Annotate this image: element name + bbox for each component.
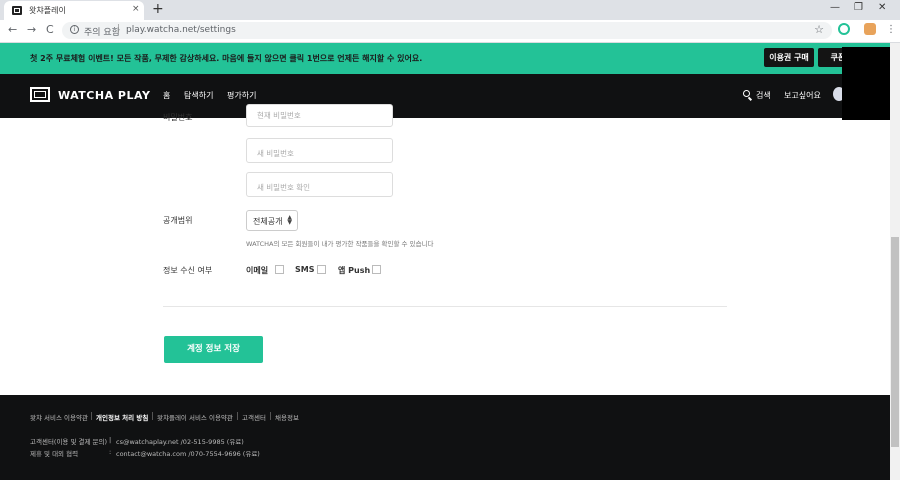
- footer-separator: [270, 412, 271, 420]
- browser-tab[interactable]: 왓챠플레이 ×: [4, 1, 144, 20]
- browser-menu-icon[interactable]: ⋮: [886, 24, 896, 35]
- url-separator: |: [117, 24, 121, 34]
- sms-checkbox[interactable]: [317, 265, 326, 274]
- password-label: 비밀번호: [163, 113, 193, 122]
- support-contact: cs@watchaplay.net /02-515-9985 (유료): [116, 438, 244, 446]
- form-divider: [163, 306, 727, 307]
- footer-link-privacy[interactable]: 개인정보 처리 방침: [96, 412, 148, 422]
- promo-banner: 첫 2주 무료체험 이벤트! 모든 작품, 무제한 감상하세요. 마음에 들지 …: [0, 43, 900, 74]
- browser-tab-bar: 왓챠플레이 × + — ❐ ✕: [0, 0, 900, 20]
- current-password-field[interactable]: 현재 비밀번호: [246, 104, 393, 127]
- visibility-select[interactable]: 전체공개 ▲ ▼: [246, 210, 298, 231]
- maximize-button[interactable]: ❐: [854, 2, 863, 13]
- url-text[interactable]: play.watcha.net/settings: [126, 25, 236, 35]
- nav-rate[interactable]: 평가하기: [227, 90, 256, 101]
- watcha-favicon-icon: [12, 6, 22, 15]
- email-option-label[interactable]: 이메일: [246, 265, 268, 276]
- address-bar[interactable]: i 주의 요함 | play.watcha.net/settings ☆: [62, 22, 832, 39]
- search-icon[interactable]: [743, 90, 750, 97]
- sms-option-label[interactable]: SMS: [295, 265, 314, 274]
- forward-button[interactable]: →: [27, 23, 36, 36]
- bookmark-star-icon[interactable]: ☆: [814, 23, 824, 36]
- search-link[interactable]: 검색: [756, 90, 771, 101]
- visibility-hint: WATCHA의 모든 회원들이 내가 평가한 작품들을 확인할 수 있습니다: [246, 240, 434, 248]
- watchlist-link[interactable]: 보고싶어요: [784, 90, 821, 101]
- partnership-contact: contact@watcha.com /070-7554-9696 (유료): [116, 450, 260, 458]
- footer-separator: [91, 412, 92, 420]
- select-arrows-icon: ▲ ▼: [287, 214, 292, 226]
- contact-separator: |: [109, 436, 112, 444]
- save-account-button[interactable]: 계정 정보 저장: [164, 336, 263, 363]
- watcha-logo-icon[interactable]: [30, 87, 50, 102]
- site-footer: 왓챠 서비스 이용약관 개인정보 처리 방침 왓챠플레이 서비스 이용약관 고객…: [0, 395, 890, 480]
- logo-text[interactable]: WATCHA PLAY: [58, 89, 150, 102]
- tab-title: 왓챠플레이: [29, 6, 66, 15]
- minimize-button[interactable]: —: [830, 2, 840, 13]
- new-tab-button[interactable]: +: [152, 1, 164, 17]
- tab-close-icon[interactable]: ×: [132, 4, 140, 14]
- footer-separator: [152, 412, 153, 420]
- push-option-label[interactable]: 앱 Push: [338, 265, 370, 276]
- buy-pass-button[interactable]: 이용권 구매: [764, 48, 814, 67]
- nav-home[interactable]: 홈: [163, 90, 170, 101]
- profile-icon[interactable]: [864, 23, 876, 35]
- promo-text: 첫 2주 무료체험 이벤트! 모든 작품, 무제한 감상하세요. 마음에 들지 …: [30, 54, 423, 63]
- subscription-label: 정보 수신 여부: [163, 266, 213, 275]
- reload-button[interactable]: C: [46, 23, 54, 36]
- page-scrollbar[interactable]: [890, 43, 900, 480]
- push-checkbox[interactable]: [372, 265, 381, 274]
- info-icon[interactable]: i: [70, 25, 79, 34]
- email-checkbox[interactable]: [275, 265, 284, 274]
- footer-link-careers[interactable]: 채용정보: [275, 412, 299, 422]
- confirm-password-field[interactable]: 새 비밀번호 확인: [246, 172, 393, 197]
- extension-icon[interactable]: [838, 23, 850, 35]
- support-label: 고객센터(이용 및 결제 문의): [30, 438, 108, 446]
- overlay-block: [842, 47, 890, 120]
- security-label: 주의 요함: [84, 28, 120, 38]
- footer-separator: [237, 412, 238, 420]
- site-header: WATCHA PLAY 홈 탐색하기 평가하기 검색 보고싶어요: [0, 74, 890, 118]
- footer-link-play-terms[interactable]: 왓챠플레이 서비스 이용약관: [157, 412, 233, 422]
- visibility-label: 공개범위: [163, 216, 193, 225]
- back-button[interactable]: ←: [8, 23, 17, 36]
- footer-link-terms[interactable]: 왓챠 서비스 이용약관: [30, 412, 88, 422]
- close-window-button[interactable]: ✕: [878, 2, 886, 13]
- visibility-value: 전체공개: [253, 217, 283, 226]
- new-password-field[interactable]: 새 비밀번호: [246, 138, 393, 163]
- footer-link-support[interactable]: 고객센터: [242, 412, 266, 422]
- partnership-label: 제휴 및 대외 협력: [30, 450, 79, 458]
- nav-explore[interactable]: 탐색하기: [184, 90, 213, 101]
- scrollbar-thumb[interactable]: [891, 237, 899, 447]
- contact-separator: :: [109, 448, 112, 456]
- browser-toolbar: ← → C i 주의 요함 | play.watcha.net/settings…: [0, 20, 900, 43]
